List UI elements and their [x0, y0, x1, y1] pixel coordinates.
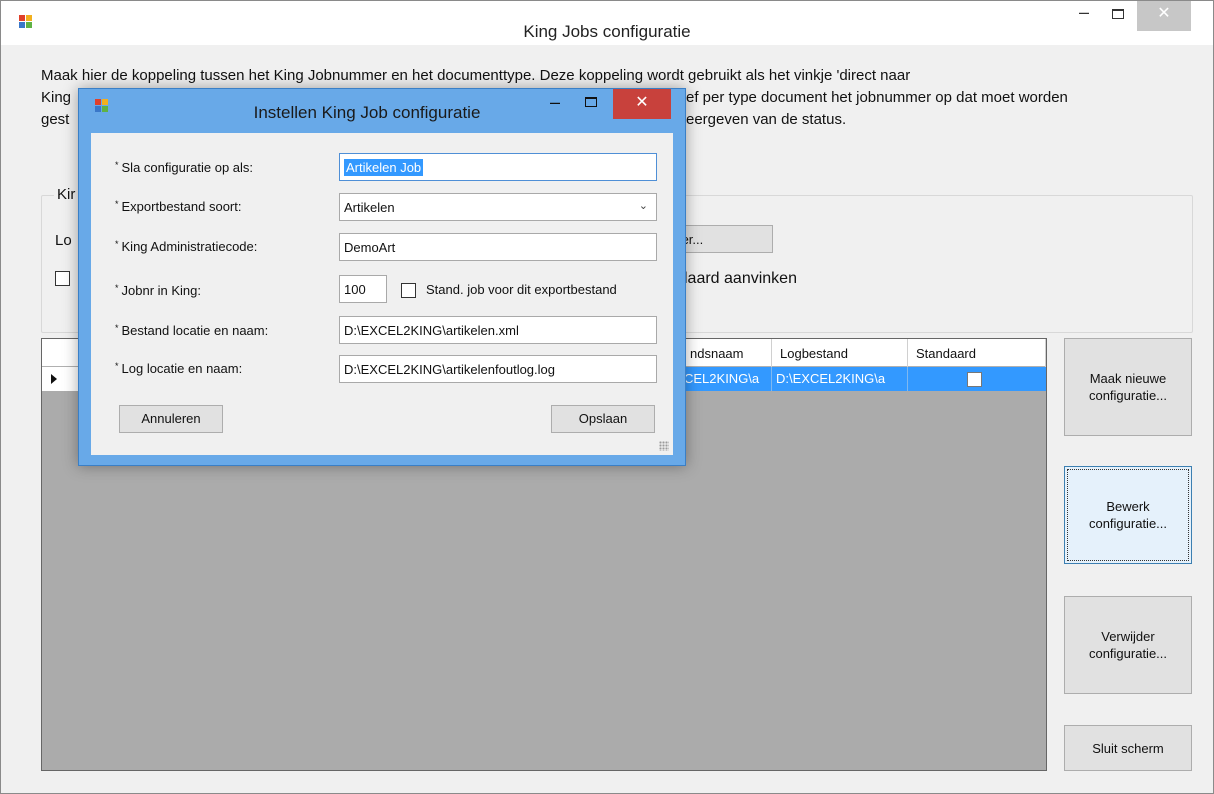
save-as-input[interactable]: Artikelen Job: [339, 153, 657, 181]
current-row-arrow-icon: [51, 374, 57, 384]
save-as-label: * Sla configuratie op als:: [115, 160, 254, 175]
jobnr-input[interactable]: 100: [339, 275, 387, 303]
new-config-button[interactable]: Maak nieuwe configuratie...: [1064, 338, 1192, 436]
group-default-checkbox-label: laard aanvinken: [684, 270, 797, 287]
grid-header-standaard[interactable]: Standaard: [908, 339, 1046, 367]
dialog-body: * Sla configuratie op als: Artikelen Job …: [91, 133, 673, 455]
dialog-maximize-button[interactable]: [575, 91, 607, 117]
resize-grip-icon[interactable]: [659, 441, 669, 451]
edit-config-label-2: configuratie...: [1088, 516, 1168, 531]
file-path-input[interactable]: D:\EXCEL2KING\artikelen.xml: [339, 316, 657, 344]
maximize-icon: [585, 97, 597, 107]
intro-line-2b: ef per type document het jobnummer op da…: [686, 89, 1068, 106]
edit-config-label-1: Bewerk: [1106, 499, 1150, 514]
chevron-down-icon: ⌄: [638, 200, 648, 212]
dialog-close-button[interactable]: ✕: [613, 89, 671, 119]
intro-line-3b: eergeven van de status.: [686, 111, 847, 128]
group-location-label: Lo: [55, 232, 72, 249]
save-button[interactable]: Opslaan: [551, 405, 655, 433]
cell-standaard-checkbox[interactable]: [967, 372, 982, 387]
jobnr-label: * Jobnr in King:: [115, 283, 202, 298]
cancel-button[interactable]: Annuleren: [119, 405, 223, 433]
delete-config-button[interactable]: Verwijder configuratie...: [1064, 596, 1192, 694]
admin-code-input[interactable]: DemoArt: [339, 233, 657, 261]
new-config-label-2: configuratie...: [1088, 388, 1168, 403]
group-legend: Kir: [54, 186, 79, 203]
intro-line-3a: gest: [41, 111, 70, 128]
main-window-title: King Jobs configuratie: [523, 22, 691, 41]
admin-code-label: * King Administratiecode:: [115, 239, 258, 254]
delete-config-label-2: configuratie...: [1088, 646, 1168, 661]
grid-header-bestandsnaam[interactable]: ndsnaam: [682, 339, 772, 367]
log-path-input[interactable]: D:\EXCEL2KING\artikelenfoutlog.log: [339, 355, 657, 383]
edit-config-button[interactable]: Bewerk configuratie...: [1064, 466, 1192, 564]
default-job-checkbox[interactable]: [401, 283, 416, 298]
group-default-checkbox[interactable]: [55, 271, 70, 286]
cell-logbestand[interactable]: D:\EXCEL2KING\a: [772, 367, 908, 391]
default-job-checkbox-label: Stand. job voor dit exportbestand: [426, 282, 617, 297]
maximize-icon: [1112, 9, 1124, 19]
config-dialog: Instellen King Job configuratie – ✕ * Sla…: [78, 88, 686, 466]
minimize-button[interactable]: –: [1067, 1, 1101, 31]
export-type-select[interactable]: Artikelen ⌄: [339, 193, 657, 221]
close-screen-button[interactable]: Sluit scherm: [1064, 725, 1192, 771]
intro-line-2a: King: [41, 89, 72, 106]
cell-bestandsnaam[interactable]: CEL2KING\a: [682, 367, 772, 391]
delete-config-label-1: Verwijder: [1101, 629, 1155, 644]
intro-line-1: Maak hier de koppeling tussen het King J…: [41, 67, 911, 84]
row-header[interactable]: [42, 367, 82, 391]
export-type-label: * Exportbestand soort:: [115, 199, 242, 214]
maximize-button[interactable]: [1101, 1, 1135, 31]
close-button[interactable]: ✕: [1137, 1, 1191, 31]
main-titlebar[interactable]: King Jobs configuratie – ✕: [1, 1, 1213, 45]
log-path-label: * Log locatie en naam:: [115, 361, 243, 376]
grid-header-logbestand[interactable]: Logbestand: [772, 339, 908, 367]
dialog-minimize-button[interactable]: –: [539, 91, 571, 117]
file-path-label: * Bestand locatie en naam:: [115, 323, 269, 338]
new-config-label-1: Maak nieuwe: [1089, 371, 1167, 386]
grid-header-corner: [42, 339, 82, 367]
